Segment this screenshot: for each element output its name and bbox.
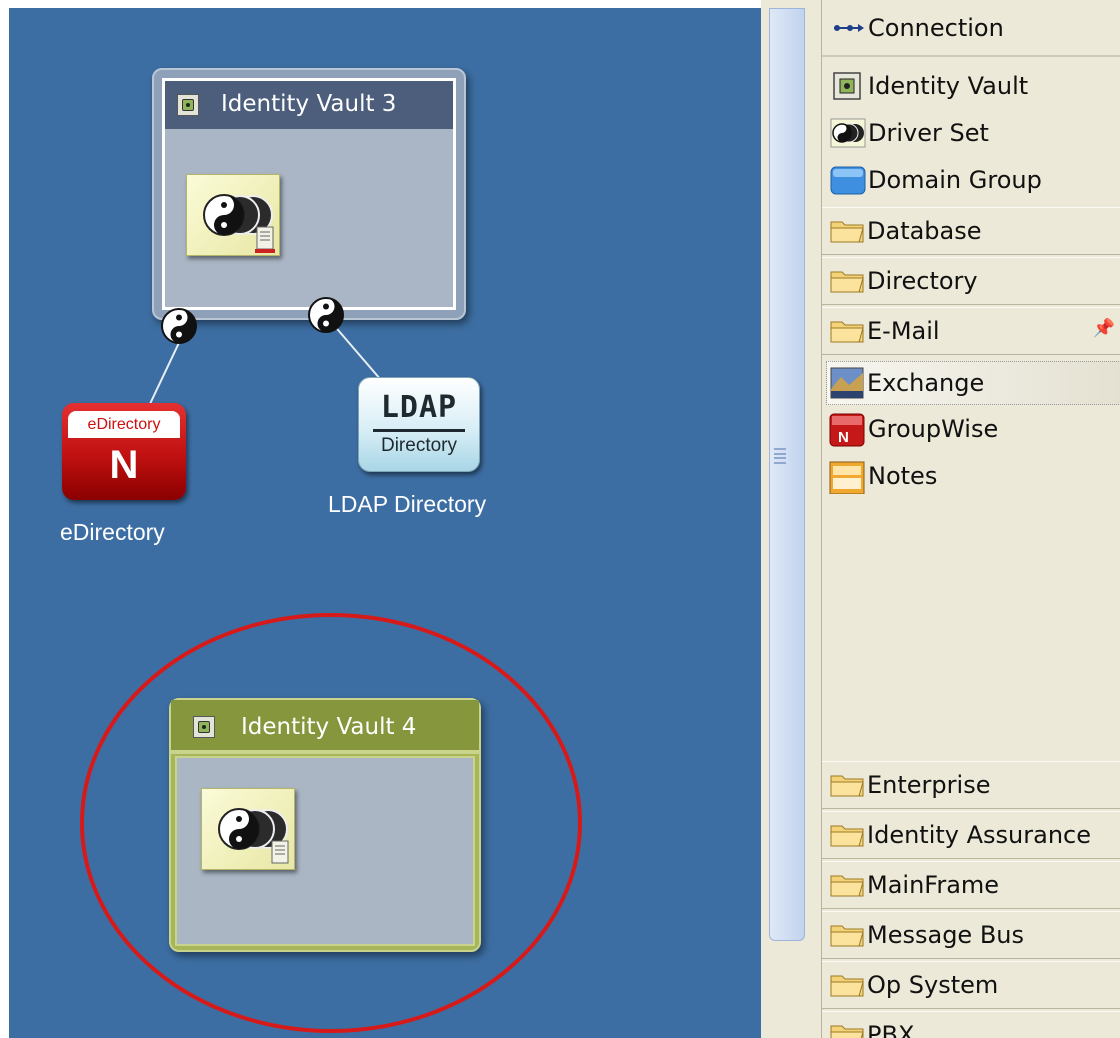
category-label: PBX	[867, 1021, 915, 1038]
palette-item-label: GroupWise	[868, 415, 999, 443]
palette-item-exchange[interactable]: Exchange	[826, 361, 1120, 405]
splitter-grip-icon[interactable]	[774, 448, 786, 464]
highlight-ellipse	[80, 613, 582, 1033]
ldap-icon-subtitle: Directory	[380, 435, 457, 456]
palette-item-driver-set[interactable]: Driver Set	[828, 113, 1120, 153]
category-label: Enterprise	[867, 771, 991, 799]
category-database[interactable]: Database	[822, 207, 1120, 255]
category-mainframe[interactable]: MainFrame	[822, 861, 1120, 909]
folder-icon	[829, 821, 867, 849]
folder-icon	[829, 1021, 867, 1038]
ldap-directory-label[interactable]: LDAP Directory	[328, 491, 486, 518]
category-label: Identity Assurance	[867, 821, 1091, 849]
edirectory-label[interactable]: eDirectory	[60, 519, 165, 546]
palette-item-domain-group[interactable]: Domain Group	[828, 160, 1120, 200]
category-pbx[interactable]: PBX	[822, 1011, 1120, 1038]
folder-icon	[829, 771, 867, 799]
category-message-bus[interactable]: Message Bus	[822, 911, 1120, 959]
domain-group-icon	[828, 162, 868, 198]
identity-vault-3[interactable]: Identity Vault 3	[152, 68, 466, 320]
category-identity-assurance[interactable]: Identity Assurance	[822, 811, 1120, 859]
palette-splitter[interactable]	[761, 0, 821, 1038]
edirectory-app-icon[interactable]: eDirectory N	[62, 403, 186, 500]
category-label: Op System	[867, 971, 999, 999]
identity-vault-icon	[828, 68, 868, 104]
category-label: E-Mail	[867, 317, 940, 345]
palette-item-identity-vault[interactable]: Identity Vault	[828, 66, 1120, 106]
category-label: Message Bus	[867, 921, 1024, 949]
notes-icon	[828, 458, 868, 495]
palette-item-label: Identity Vault	[868, 72, 1029, 100]
palette-item-label: Driver Set	[868, 119, 989, 147]
identity-vault-3-header[interactable]: Identity Vault 3	[165, 81, 453, 129]
driver-set-icon	[828, 115, 868, 151]
category-label: MainFrame	[867, 871, 1000, 899]
palette-item-groupwise[interactable]: N GroupWise	[828, 408, 1120, 450]
pin-icon[interactable]: 📌	[1093, 318, 1115, 339]
palette-item-connection[interactable]: Connection	[828, 10, 1120, 46]
palette-divider	[822, 55, 1120, 57]
palette-item-label: Exchange	[867, 369, 985, 397]
folder-icon	[829, 971, 867, 999]
palette-item-label: Connection	[868, 14, 1004, 42]
ldap-icon-divider	[373, 429, 465, 432]
identity-vault-3-title: Identity Vault 3	[221, 91, 397, 117]
groupwise-icon: N	[828, 411, 868, 447]
category-label: Directory	[867, 267, 978, 295]
folder-icon	[829, 267, 867, 295]
identity-vault-3-frame: Identity Vault 3	[162, 78, 456, 310]
category-directory[interactable]: Directory	[822, 257, 1120, 305]
folder-open-icon	[829, 317, 867, 345]
driver-yin-yang-icon[interactable]	[159, 306, 199, 346]
category-label: Database	[867, 217, 982, 245]
folder-icon	[829, 921, 867, 949]
category-op-system[interactable]: Op System	[822, 961, 1120, 1009]
edirectory-icon-text: eDirectory	[68, 411, 180, 438]
novell-n-logo: N	[109, 443, 139, 487]
connection-icon	[828, 10, 868, 46]
ldap-directory-app-icon[interactable]: LDAP Directory	[358, 377, 480, 472]
exchange-icon	[827, 365, 867, 401]
folder-icon	[829, 217, 867, 245]
palette-item-notes[interactable]: Notes	[828, 455, 1120, 497]
driver-yin-yang-icon[interactable]	[306, 295, 346, 335]
ldap-icon-title: LDAP	[380, 390, 458, 425]
palette-item-label: Notes	[868, 462, 938, 490]
designer-canvas[interactable]: Identity Vault 3 eDirectory N eDirectory…	[9, 8, 761, 1038]
palette-scrollbar[interactable]	[769, 8, 805, 941]
identity-vault-icon	[177, 94, 199, 116]
category-enterprise[interactable]: Enterprise	[822, 761, 1120, 809]
svg-text:N: N	[838, 429, 849, 446]
component-palette: Connection Identity Vault Driver Set Dom…	[821, 0, 1120, 1038]
category-e-mail[interactable]: E-Mail 📌	[822, 307, 1120, 355]
driver-set-icon[interactable]	[186, 174, 280, 256]
palette-item-label: Domain Group	[868, 166, 1042, 194]
folder-icon	[829, 871, 867, 899]
